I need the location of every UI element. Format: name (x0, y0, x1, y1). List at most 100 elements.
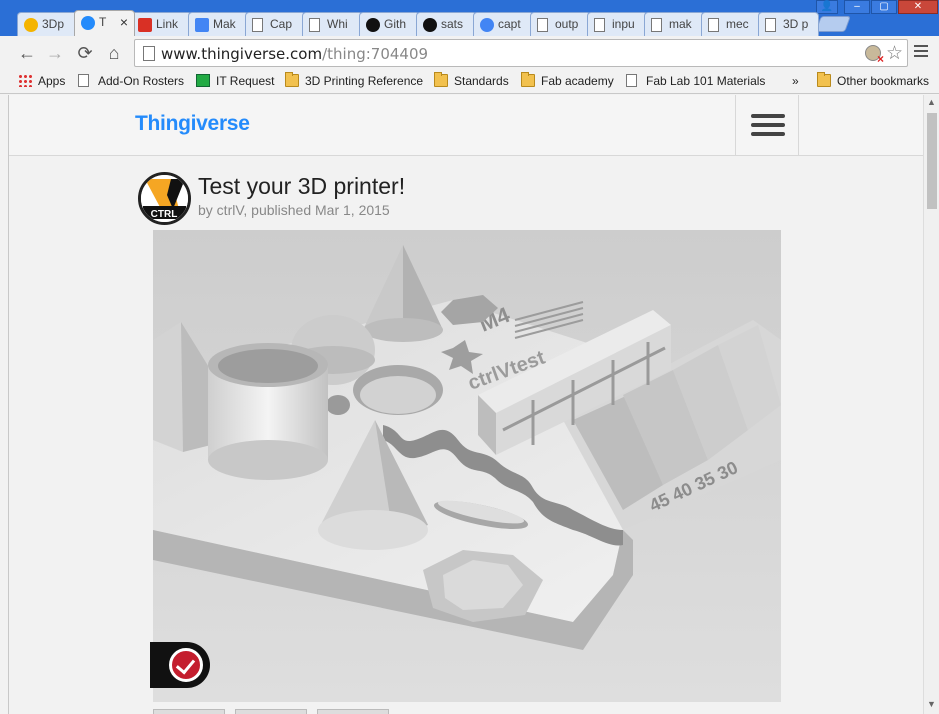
page-icon (651, 18, 662, 32)
google-icon (480, 18, 494, 32)
thumbnail[interactable] (153, 709, 225, 714)
browser-tab[interactable]: mec (701, 12, 762, 36)
gmail-icon (138, 18, 152, 32)
browser-tab[interactable]: Gith (359, 12, 420, 36)
page-icon (143, 46, 155, 61)
page-icon (594, 18, 605, 32)
browser-tab-label: Mak (213, 17, 236, 31)
new-tab-button[interactable] (815, 16, 851, 32)
hamburger-icon-bar (751, 132, 785, 136)
browser-tab[interactable]: T × (74, 10, 135, 36)
page-viewport: Thingiverse CTRL Test your 3D printer! b… (8, 95, 923, 714)
hamburger-icon (751, 114, 785, 118)
extension-blocked-icon[interactable] (865, 45, 884, 66)
scroll-up-icon[interactable]: ▲ (927, 97, 936, 107)
bookmark-star-icon[interactable]: ☆ (886, 42, 903, 65)
avatar-text: CTRL (151, 209, 178, 220)
maximize-button[interactable]: ▢ (871, 0, 897, 14)
forward-button[interactable]: → (44, 42, 66, 64)
profile-button[interactable]: 👤 (816, 0, 838, 14)
browser-tab[interactable]: inpu (587, 12, 648, 36)
thumbnail-strip (153, 709, 793, 714)
docs-icon (195, 18, 209, 32)
thing-byline: by ctrlV, published Mar 1, 2015 (198, 202, 390, 218)
bookmarks-overflow-button[interactable]: » (778, 74, 799, 88)
browser-tab-label: sats (441, 17, 464, 31)
address-bar[interactable]: www.thingiverse.com/thing:704409 ☆ (134, 39, 908, 67)
github-icon (366, 18, 380, 32)
creator-avatar[interactable]: CTRL (138, 172, 191, 225)
page-icon (626, 74, 637, 87)
url-text: www.thingiverse.com/thing:704409 (161, 45, 429, 63)
page-icon (252, 18, 263, 32)
thingiverse-logo[interactable]: Thingiverse (135, 112, 250, 136)
back-button[interactable]: ← (16, 42, 38, 64)
browser-tab-label: 3Dp (42, 17, 65, 31)
browser-tab-label: Gith (384, 17, 407, 31)
folder-icon (285, 72, 299, 87)
browser-tab[interactable]: mak (644, 12, 705, 36)
page-scrollbar[interactable]: ▲ ▼ (923, 95, 939, 714)
browser-tab[interactable]: sats (416, 12, 477, 36)
bookmarks-bar: Apps Add-On Rosters IT Request 3D Printi… (0, 70, 939, 94)
site-menu-button[interactable] (735, 95, 799, 156)
thumbnail[interactable] (235, 709, 307, 714)
browser-tab[interactable]: Whi (302, 12, 363, 36)
close-window-button[interactable]: ✕ (898, 0, 938, 14)
browser-tab-label: outp (555, 17, 579, 31)
browser-tab-label: Whi (327, 17, 348, 31)
browser-tab-label: 3D p (783, 17, 809, 31)
browser-tab[interactable]: outp (530, 12, 591, 36)
page-icon (309, 18, 320, 32)
page-icon (765, 18, 776, 32)
thingiverse-icon (81, 16, 95, 30)
browser-tab[interactable]: 3D p (758, 12, 819, 36)
scrollbar-thumb[interactable] (927, 113, 937, 209)
folder-icon (434, 72, 448, 87)
bookmark-3d-printing-reference[interactable]: 3D Printing Reference (285, 72, 423, 88)
hamburger-icon-bar (751, 123, 785, 127)
bookmark-standards[interactable]: Standards (434, 72, 509, 88)
folder-icon (817, 72, 831, 87)
thing-title: Test your 3D printer! (198, 173, 406, 199)
browser-tab-label: mak (669, 17, 692, 31)
scroll-down-icon[interactable]: ▼ (927, 699, 936, 709)
site-header: Thingiverse (9, 95, 923, 156)
bookmark-fab-lab-101[interactable]: Fab Lab 101 Materials (626, 74, 765, 88)
folder-icon (521, 72, 535, 87)
browser-tab-label: inpu (612, 17, 635, 31)
browser-tab-label: Link (156, 17, 179, 31)
bookmark-it-request[interactable]: IT Request (196, 74, 274, 88)
browser-tab-label: capt (498, 17, 521, 31)
bookmark-apps[interactable]: Apps (18, 74, 65, 88)
page-icon (537, 18, 548, 32)
render-illustration: M4 ctrlVtest 45 40 35 30 (153, 230, 781, 702)
browser-tab-label: T (99, 15, 107, 29)
bookmark-other-bookmarks[interactable]: Other bookmarks (817, 72, 929, 88)
browser-tab[interactable]: Cap (245, 12, 306, 36)
browser-tab-label: Cap (270, 17, 293, 31)
browser-toolbar: ← → ⟳ ⌂ www.thingiverse.com/thing:704409… (0, 36, 939, 70)
thumbnail[interactable] (317, 709, 389, 714)
bookmark-fab-academy[interactable]: Fab academy (521, 72, 614, 88)
reload-button[interactable]: ⟳ (74, 42, 96, 64)
thing-main-image[interactable]: M4 ctrlVtest 45 40 35 30 (153, 230, 781, 702)
action-badge-button[interactable] (150, 642, 210, 688)
browser-tab[interactable]: Link (131, 12, 192, 36)
checkmark-icon (169, 648, 203, 682)
bookmark-add-on-rosters[interactable]: Add-On Rosters (78, 74, 184, 88)
browser-tab[interactable]: 3Dp (17, 12, 78, 36)
site-icon (196, 74, 210, 87)
tab-strip: 👤 – ▢ ✕ 3Dp T × Link Mak Cap Whi Gith sats capt ou… (0, 0, 939, 36)
home-button[interactable]: ⌂ (103, 42, 125, 64)
browser-tab[interactable]: capt (473, 12, 534, 36)
browser-tab[interactable]: Mak (188, 12, 249, 36)
minimize-button[interactable]: – (844, 0, 870, 14)
chrome-menu-icon[interactable] (914, 45, 928, 60)
google-drive-icon (24, 18, 38, 32)
ctrlv-logo-icon: CTRL (141, 175, 188, 222)
page-icon (78, 74, 89, 87)
apps-grid-icon (18, 74, 32, 87)
browser-tab-label: mec (726, 17, 749, 31)
close-tab-icon[interactable]: × (120, 14, 128, 30)
